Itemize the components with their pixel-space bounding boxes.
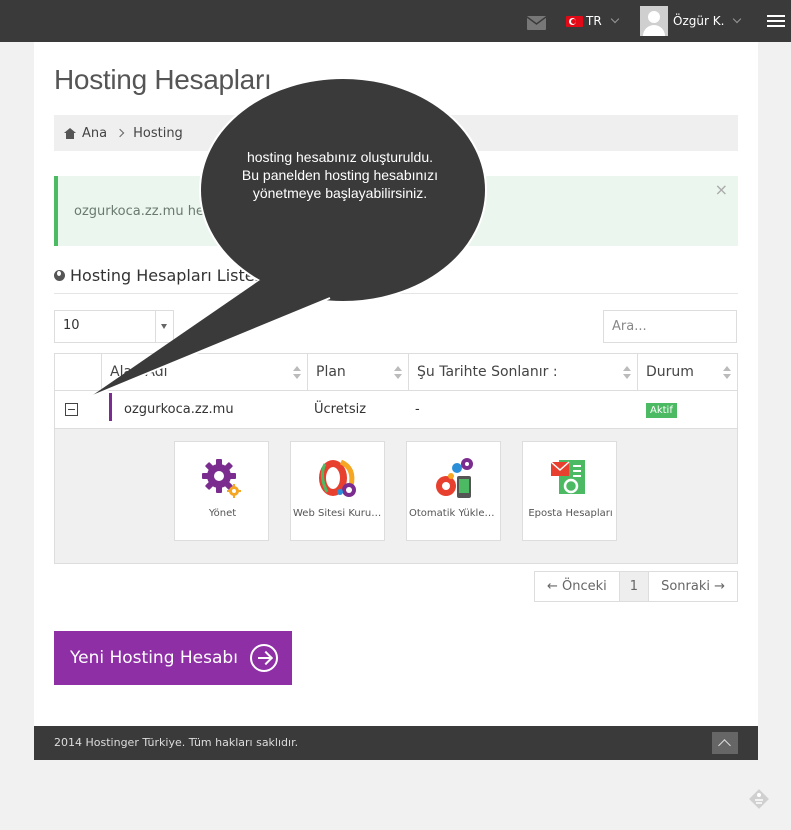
tile-label: Otomatik Yükleyici [409,508,502,519]
envelope-icon[interactable] [527,16,546,30]
search-input[interactable] [603,310,737,343]
user-menu[interactable]: Özgür K. [640,6,742,36]
gear-icon [202,459,241,498]
close-icon[interactable]: × [715,180,728,199]
new-hosting-button-label: Yeni Hosting Hesabı [70,648,238,668]
column-header-expires[interactable]: Şu Tarihte Sonlanır : [409,354,638,390]
column-header-status[interactable]: Durum [638,354,737,390]
top-navbar: TR Özgür K. [0,0,791,42]
hamburger-menu-icon[interactable] [767,15,785,27]
tag-icon[interactable] [748,788,770,810]
language-label: TR [586,14,602,28]
row-accent-bar [109,393,112,421]
breadcrumb-item-home[interactable]: Ana [82,126,107,141]
user-name: Özgür K. [673,14,725,28]
footer-text: 2014 Hostinger Türkiye. Tüm hakları sakl… [54,736,299,749]
tile-label: Web Sitesi Kurucusu [293,508,386,519]
home-icon [64,127,76,139]
column-header-domain[interactable]: Alan Adı [102,354,308,390]
page-size-value: 10 [63,318,80,333]
hosting-table: Alan Adı Plan Şu Tarihte Sonlanır : Duru… [54,353,738,564]
footer: 2014 Hostinger Türkiye. Tüm hakları sakl… [34,726,758,760]
tile-email-accounts[interactable]: Eposta Hesapları [522,441,617,541]
pagination-prev[interactable]: ← Önceki [535,572,620,601]
caret-down-icon [155,311,173,342]
pagination: ← Önceki 1 Sonraki → [534,571,738,602]
column-header-plan[interactable]: Plan [308,354,409,390]
sort-icon [723,366,731,380]
turkey-flag-icon [566,15,583,27]
tile-manage[interactable]: Yönet [174,441,269,541]
pagination-next[interactable]: Sonraki → [649,572,737,601]
column-header-label: Durum [646,364,694,380]
tooltip-text: hosting hesabınız oluşturuldu. Bu paneld… [241,149,439,201]
tile-label: Eposta Hesapları [528,508,613,519]
pagination-current[interactable]: 1 [619,572,650,601]
page-size-select[interactable]: 10 [54,310,174,343]
chevron-down-icon [610,14,619,24]
column-header-label: Alan Adı [110,364,168,380]
column-header-label: Plan [316,364,346,380]
new-hosting-button[interactable]: Yeni Hosting Hesabı [54,631,292,685]
sort-icon [293,366,301,380]
table-header: Alan Adı Plan Şu Tarihte Sonlanır : Duru… [54,353,738,391]
email-accounts-icon [550,460,585,494]
column-header-toggle [55,354,102,390]
row-details-panel: Yönet Web Sitesi Kurucusu Otomatik Yükle… [54,429,738,564]
language-selector[interactable]: TR [566,13,619,29]
tile-website-builder[interactable]: Web Sitesi Kurucusu [290,441,386,541]
auto-installer-icon [436,458,473,498]
table-row[interactable]: ozgurkoca.zz.mu Ücretsiz - Aktif [54,391,738,429]
website-builder-icon [319,459,356,497]
collapse-icon[interactable] [65,403,78,416]
row-toggle-cell [55,403,102,416]
tile-label: Yönet [208,508,237,519]
chevron-right-icon [115,128,125,138]
sort-icon [394,366,402,380]
arrow-right-circle-icon [249,644,278,672]
sort-icon [623,366,631,380]
plan-cell: Ücretsiz [314,402,367,417]
status-cell: Aktif [638,402,737,418]
scroll-to-top-button[interactable] [712,732,738,754]
tile-auto-installer[interactable]: Otomatik Yükleyici [406,441,501,541]
globe-icon [54,270,65,281]
expires-cell: - [415,402,420,417]
avatar [640,6,668,36]
chevron-down-icon [733,14,742,24]
breadcrumb-item-hosting[interactable]: Hosting [133,126,183,141]
status-badge: Aktif [646,403,677,418]
column-header-label: Şu Tarihte Sonlanır : [417,364,558,380]
domain-cell: ozgurkoca.zz.mu [124,402,234,417]
